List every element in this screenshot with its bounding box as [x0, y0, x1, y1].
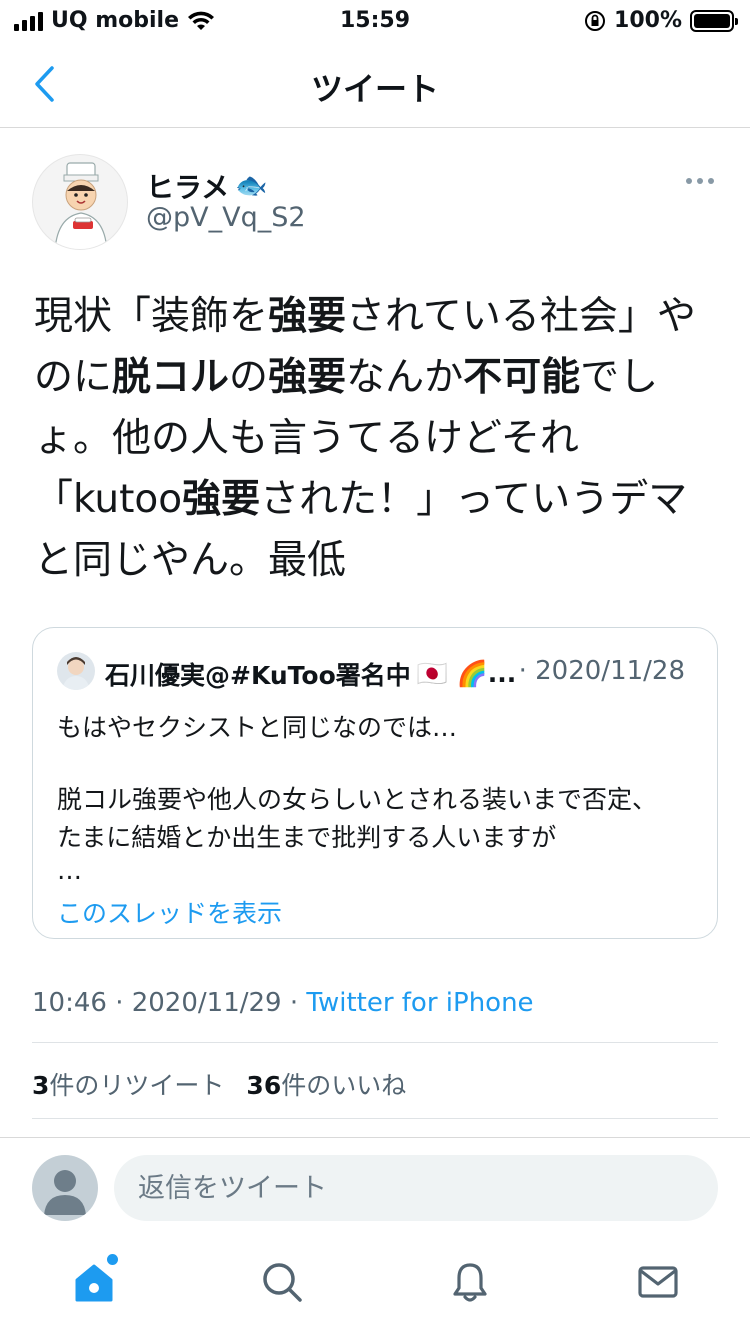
status-right: 100% — [584, 8, 738, 33]
quoted-text-line: 脱コル強要や他人の女らしいとされる装いまで否定、 — [57, 785, 658, 814]
battery-icon — [690, 9, 738, 32]
quoted-author-emojis: 🇯🇵 🌈... — [416, 659, 517, 688]
author-handle[interactable]: @pV_Vq_S2 — [146, 202, 306, 233]
quoted-tweet-card[interactable]: 石川優実@#KuToo署名中 🇯🇵 🌈... · 2020/11/28 もはやセ… — [32, 627, 718, 939]
tab-messages[interactable] — [634, 1258, 682, 1306]
orientation-lock-icon — [585, 10, 606, 31]
envelope-icon — [638, 1266, 678, 1298]
retweets-stat[interactable]: 3件のリツイート — [32, 1066, 224, 1102]
quoted-author-name-text: 石川優実@#KuToo署名中 — [105, 661, 411, 690]
tab-search[interactable] — [258, 1258, 306, 1306]
like-count: 36 — [246, 1071, 282, 1100]
battery-percent: 100% — [614, 8, 682, 33]
like-label: 件のいいね — [281, 1071, 407, 1100]
more-dot-icon — [708, 178, 714, 184]
divider — [32, 1042, 718, 1043]
tweet-stats: 3件のリツイート 36件のいいね — [32, 1066, 406, 1102]
tab-notifications[interactable] — [446, 1258, 494, 1306]
user-avatar[interactable] — [32, 1155, 98, 1221]
divider — [32, 1118, 718, 1119]
author-avatar[interactable] — [32, 154, 128, 250]
quoted-author-avatar — [57, 652, 95, 690]
home-icon — [75, 1264, 113, 1302]
author-display-name[interactable]: ヒラメ 🐟 — [146, 166, 268, 206]
fish-emoji: 🐟 — [235, 171, 268, 201]
quoted-text-line: もはやセクシストと同じなのでは… — [57, 713, 458, 742]
default-avatar-icon — [44, 1170, 86, 1215]
tab-bar — [0, 1236, 750, 1334]
show-thread-link[interactable]: このスレッドを表示 — [57, 894, 282, 930]
retweet-label: 件のリツイート — [49, 1071, 225, 1100]
tweet-source-link[interactable]: Twitter for iPhone — [306, 988, 533, 1018]
quoted-tweet-date: · 2020/11/28 — [518, 656, 685, 686]
quoted-text-line: たまに結婚とか出生まで批判する人いますが — [57, 823, 557, 852]
more-options-button[interactable] — [686, 178, 714, 184]
more-dot-icon — [686, 178, 692, 184]
tweet-timestamp: 10:46 · 2020/11/29 · — [32, 988, 307, 1018]
tab-home[interactable] — [70, 1254, 118, 1306]
likes-stat[interactable]: 36件のいいね — [246, 1066, 406, 1102]
status-bar: UQ mobile 15:59 100% — [0, 0, 750, 40]
notification-dot — [107, 1254, 118, 1265]
reply-input[interactable] — [114, 1155, 718, 1221]
reply-bar — [0, 1137, 750, 1235]
display-name-text: ヒラメ — [146, 171, 230, 204]
chef-avatar-illustration — [54, 162, 108, 249]
tweet-body: 現状「装飾を強要されている社会」やのに脱コルの強要なんか不可能でしょ。他の人も言… — [34, 294, 696, 583]
search-icon — [263, 1263, 302, 1302]
retweet-count: 3 — [32, 1071, 50, 1100]
quoted-text-line: … — [57, 856, 82, 885]
tweet-metadata: 10:46 · 2020/11/29 · Twitter for iPhone — [32, 988, 534, 1018]
nav-bar: ツイート — [0, 40, 750, 128]
bell-icon — [453, 1263, 487, 1302]
quoted-author-name: 石川優実@#KuToo署名中 🇯🇵 🌈... — [105, 656, 516, 692]
page-title: ツイート — [310, 70, 439, 108]
more-dot-icon — [697, 178, 703, 184]
